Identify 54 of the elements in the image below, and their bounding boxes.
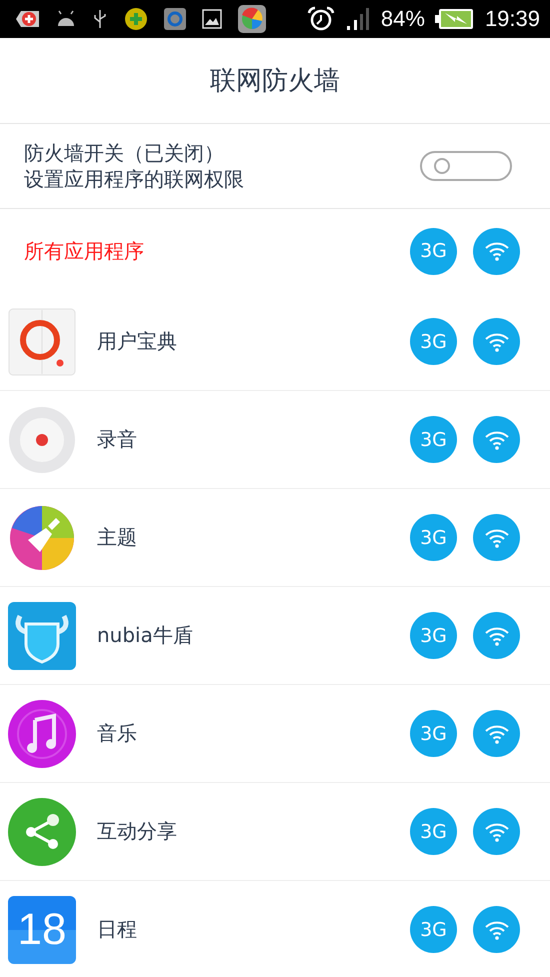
mobile-data-button[interactable]: 3G	[410, 710, 457, 757]
app-name: nubia牛盾	[97, 622, 194, 649]
wifi-icon	[484, 526, 510, 548]
mobile-data-button[interactable]: 3G	[410, 514, 457, 561]
mobile-data-button[interactable]: 3G	[410, 318, 457, 365]
firewall-description: 设置应用程序的联网权限	[24, 166, 244, 192]
app-name: 主题	[97, 524, 138, 551]
app-icon	[8, 504, 76, 572]
wifi-button[interactable]	[473, 710, 520, 757]
wifi-button[interactable]	[473, 514, 520, 561]
app-icon	[124, 7, 148, 31]
clock: 19:39	[484, 6, 540, 32]
app-icon	[8, 798, 76, 866]
app-name: 互动分享	[97, 818, 178, 845]
wifi-button[interactable]	[473, 416, 520, 463]
app-icon	[8, 308, 76, 376]
alarm-icon	[306, 6, 335, 32]
battery-charging-icon	[434, 7, 475, 31]
screen-title: 联网防火墙	[210, 65, 340, 98]
wifi-icon	[484, 240, 510, 262]
app-name: 用户宝典	[97, 328, 178, 355]
app-icon	[238, 5, 266, 33]
signal-icon	[344, 7, 371, 31]
firewall-switch-label: 防火墙开关（已关闭）	[24, 140, 225, 166]
app-icon	[8, 700, 76, 768]
wifi-button[interactable]	[473, 808, 520, 855]
wifi-button[interactable]	[473, 906, 520, 953]
battery-percentage: 84%	[380, 6, 425, 32]
image-icon	[202, 9, 222, 29]
wifi-icon	[484, 624, 510, 646]
android-icon	[56, 10, 76, 28]
app-name: 音乐	[97, 720, 138, 747]
usb-icon	[92, 8, 108, 30]
mobile-data-button[interactable]: 3G	[410, 808, 457, 855]
firewall-toggle[interactable]	[420, 151, 512, 181]
app-icon	[164, 8, 186, 30]
wifi-icon	[484, 722, 510, 744]
wifi-icon	[484, 428, 510, 450]
wifi-icon	[484, 820, 510, 842]
wifi-button[interactable]	[473, 318, 520, 365]
mobile-data-button[interactable]: 3G	[410, 906, 457, 953]
mobile-data-button[interactable]: 3G	[410, 612, 457, 659]
app-icon	[8, 602, 76, 670]
all-apps-label: 所有应用程序	[24, 238, 144, 264]
wifi-icon	[484, 330, 510, 352]
wifi-button[interactable]	[473, 228, 520, 274]
app-name: 录音	[97, 426, 138, 453]
wifi-button[interactable]	[473, 612, 520, 659]
app-icon	[8, 406, 76, 474]
mobile-data-button[interactable]: 3G	[410, 416, 457, 463]
mobile-data-button[interactable]: 3G	[410, 228, 457, 274]
wifi-icon	[484, 918, 510, 940]
app-name: 日程	[97, 916, 138, 943]
calendar-app-icon: 18	[8, 896, 76, 964]
